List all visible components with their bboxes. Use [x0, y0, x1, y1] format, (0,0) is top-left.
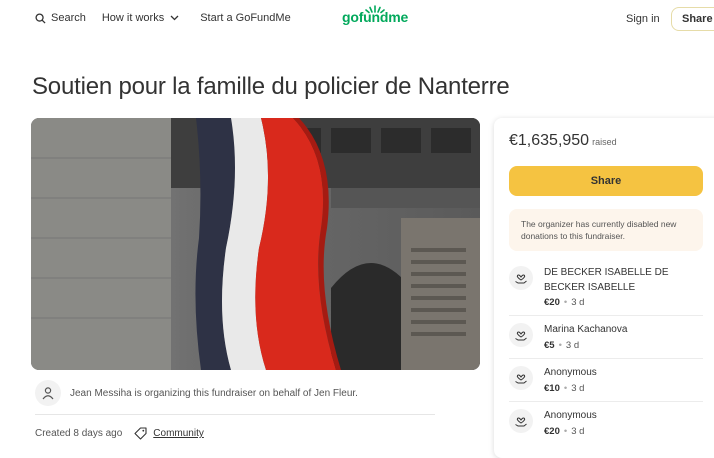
how-it-works-menu[interactable]: How it works — [102, 12, 184, 24]
donation-time: 3 d — [571, 425, 585, 437]
start-fundraiser-link[interactable]: Start a GoFundMe — [200, 12, 291, 24]
heart-hand-icon — [509, 323, 533, 347]
page-title: Soutien pour la famille du policier de N… — [32, 73, 510, 100]
amount-value: €1,635,950 — [509, 132, 590, 149]
how-it-works-label: How it works — [101, 12, 165, 24]
top-navigation: Search How it works Start a GoFundMe gof… — [0, 0, 714, 40]
raised-label: raised — [592, 137, 617, 147]
donation-time: 3 d — [571, 297, 585, 308]
donation-amount: €20 — [544, 297, 560, 308]
start-fundraiser-label: Start a GoFundMe — [200, 12, 291, 24]
divider — [35, 414, 435, 415]
donor-name: Marina Kachanova — [544, 324, 628, 335]
created-date: Created 8 days ago — [35, 428, 123, 439]
divider — [509, 401, 703, 402]
divider — [509, 315, 703, 316]
donations-disabled-notice: The organizer has currently disabled new… — [509, 209, 703, 251]
chevron-down-icon — [170, 15, 179, 21]
category-tag[interactable]: Community — [134, 427, 204, 440]
search-label: Search — [51, 12, 86, 24]
donor-name: DE BECKER ISABELLE DE BECKER ISABELLE — [544, 267, 669, 293]
share-button[interactable]: Share — [509, 166, 703, 196]
donation-amount: €10 — [544, 382, 560, 394]
heart-hand-icon — [509, 266, 533, 290]
donation-amount: €20 — [544, 425, 560, 437]
organizer-text: Jean Messiha is organizing this fundrais… — [70, 387, 358, 399]
donor-name: Anonymous — [544, 367, 597, 378]
donation-panel: €1,635,950 raised Share The organizer has… — [494, 118, 714, 458]
heart-hand-icon — [509, 409, 533, 433]
donation-item: Marina Kachanova €5 • 3 d — [509, 323, 703, 351]
campaign-image — [31, 118, 480, 370]
organizer-row: Jean Messiha is organizing this fundrais… — [35, 380, 358, 406]
divider — [509, 358, 703, 359]
user-icon — [42, 387, 54, 400]
sign-in-link[interactable]: Sign in — [626, 13, 660, 25]
tag-icon — [134, 427, 147, 440]
search-icon — [35, 12, 46, 24]
heart-hand-icon — [509, 366, 533, 390]
donation-time: 3 d — [565, 339, 580, 351]
gofundme-logo[interactable]: gofundme — [342, 9, 408, 25]
donor-name: Anonymous — [544, 410, 597, 421]
donation-item: Anonymous €10 • 3 d — [509, 366, 703, 394]
campaign-meta: Created 8 days ago Community — [35, 427, 204, 440]
share-button-top[interactable]: Share — [671, 7, 714, 31]
donation-time: 3 d — [571, 382, 585, 394]
donation-item: Anonymous €20 • 3 d — [509, 409, 703, 437]
donation-amount: €5 — [544, 339, 555, 351]
avatar — [35, 380, 61, 406]
search-link[interactable]: Search — [35, 12, 86, 24]
category-link[interactable]: Community — [153, 428, 204, 439]
donation-item: DE BECKER ISABELLE DE BECKER ISABELLE €2… — [509, 266, 703, 308]
amount-raised: €1,635,950 raised — [509, 132, 617, 150]
nav-left: Search How it works Start a GoFundMe — [35, 12, 307, 24]
campaign-photo — [31, 118, 480, 370]
